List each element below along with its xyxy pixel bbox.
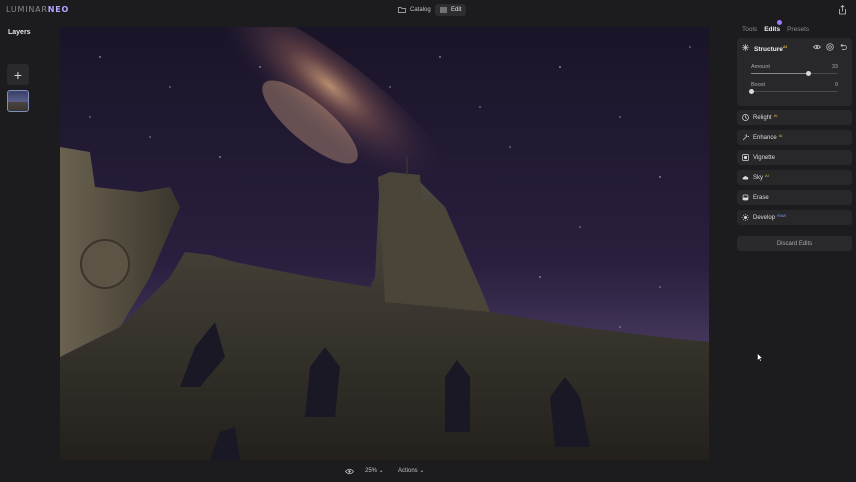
- folder-icon: [398, 7, 406, 13]
- develop-icon: [742, 214, 749, 221]
- tool-vignette[interactable]: Vignette: [737, 150, 852, 165]
- photo-canvas[interactable]: [60, 27, 709, 460]
- ai-badge: AI: [782, 44, 787, 49]
- relight-icon: [742, 114, 749, 121]
- edit-button[interactable]: Edit: [435, 4, 467, 16]
- photo-image: [60, 27, 709, 460]
- tab-tools[interactable]: Tools: [742, 26, 757, 33]
- structure-card: StructureAI Amount 33 Boost 0: [737, 38, 852, 106]
- tab-edits[interactable]: Edits: [764, 26, 780, 33]
- vignette-icon: [742, 154, 749, 161]
- structure-actions: [813, 43, 847, 51]
- amount-label: Amount: [751, 64, 770, 70]
- ai-badge: AI: [773, 113, 778, 118]
- amount-value: 33: [831, 64, 838, 70]
- structure-title[interactable]: StructureAI: [754, 44, 787, 53]
- zoom-dropdown[interactable]: 25% ⌄: [365, 467, 384, 474]
- erase-icon: [742, 194, 749, 201]
- edits-panel: Tools Edits Presets StructureAI Amount 3…: [733, 20, 856, 482]
- boost-label: Boost: [751, 82, 766, 88]
- tool-label: Sky: [753, 174, 764, 181]
- boost-slider-knob[interactable]: [748, 89, 754, 94]
- edits-count-badge: [777, 20, 782, 25]
- tool-erase[interactable]: Erase: [737, 190, 852, 205]
- tool-relight[interactable]: Relight AI: [737, 110, 852, 125]
- bottom-toolbar: 25% ⌄ Actions ⌄: [0, 462, 856, 482]
- sliders-icon: [440, 7, 447, 13]
- tool-label: Relight: [753, 114, 772, 121]
- ai-badge: AI: [778, 133, 783, 138]
- tool-label: Enhance: [753, 134, 777, 141]
- tab-presets[interactable]: Presets: [787, 26, 809, 33]
- tool-sky[interactable]: Sky AI: [737, 170, 852, 185]
- share-icon[interactable]: [838, 5, 847, 15]
- preview-eye-icon[interactable]: [345, 468, 354, 475]
- reset-icon[interactable]: [839, 43, 847, 51]
- mask-icon[interactable]: [826, 43, 834, 51]
- layers-title: Layers: [8, 29, 31, 36]
- amount-slider-fill: [751, 73, 809, 74]
- tool-label: Erase: [753, 194, 769, 201]
- mouse-cursor-icon: [757, 353, 763, 362]
- tool-enhance[interactable]: Enhance AI: [737, 130, 852, 145]
- structure-icon: [742, 44, 749, 51]
- actions-dropdown[interactable]: Actions ⌄: [398, 467, 424, 474]
- catalog-label: Catalog: [410, 7, 431, 13]
- amount-slider[interactable]: [751, 71, 838, 76]
- tool-label: Develop: [753, 214, 776, 221]
- edit-label: Edit: [451, 7, 462, 13]
- logo-accent: NEO: [47, 5, 70, 14]
- layer-thumbnail[interactable]: [7, 90, 29, 112]
- boost-slider[interactable]: [748, 89, 838, 94]
- sky-icon: [742, 176, 749, 180]
- discard-edits-button[interactable]: Discard Edits: [737, 236, 852, 251]
- plus-icon: +: [13, 66, 23, 83]
- layers-panel: Layers +: [0, 20, 36, 482]
- ai-badge: AI: [765, 173, 769, 178]
- logo-main: LUMINAR: [6, 5, 48, 14]
- structure-label: Structure: [754, 46, 783, 54]
- panel-tabs: Tools Edits Presets: [742, 26, 809, 33]
- eye-icon[interactable]: [813, 43, 821, 51]
- app-logo: LUMINARNEO: [6, 5, 69, 14]
- top-bar: LUMINARNEO Catalog Edit: [0, 0, 856, 20]
- enhance-icon: [742, 134, 749, 141]
- add-layer-button[interactable]: +: [7, 64, 29, 85]
- catalog-button[interactable]: Catalog: [393, 4, 436, 16]
- tool-label: Vignette: [753, 154, 775, 161]
- boost-value: 0: [834, 82, 838, 88]
- amount-slider-knob[interactable]: [805, 71, 811, 76]
- raw-badge: RAW: [777, 213, 787, 218]
- tool-develop[interactable]: Develop RAW: [737, 210, 852, 225]
